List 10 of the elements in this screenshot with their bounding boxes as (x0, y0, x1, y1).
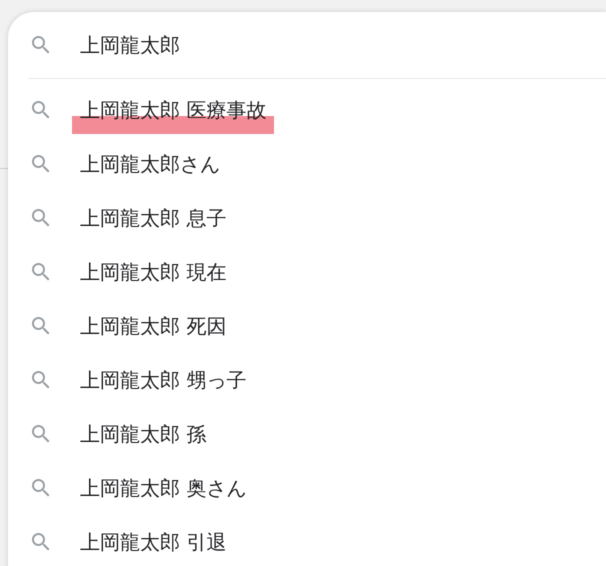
suggestion-item[interactable]: 上岡龍太郎 引退 (80, 530, 226, 554)
suggestion-item[interactable]: 上岡龍太郎 死因 (80, 314, 226, 338)
suggestion-item[interactable]: 上岡龍太郎さん (80, 152, 220, 176)
suggestion-item[interactable]: 上岡龍太郎 孫 (80, 422, 206, 446)
suggestion-item[interactable]: 上岡龍太郎 息子 (80, 206, 226, 230)
suggestion-item[interactable]: 上岡龍太郎 医療事故 (80, 98, 266, 122)
suggestion-item[interactable]: 上岡龍太郎 甥っ子 (80, 368, 246, 392)
suggestion-item[interactable]: 上岡龍太郎 奥さん (80, 476, 246, 500)
suggestion-item[interactable]: 上岡龍太郎 現在 (80, 260, 226, 284)
search-input[interactable]: 上岡龍太郎 (80, 33, 480, 57)
